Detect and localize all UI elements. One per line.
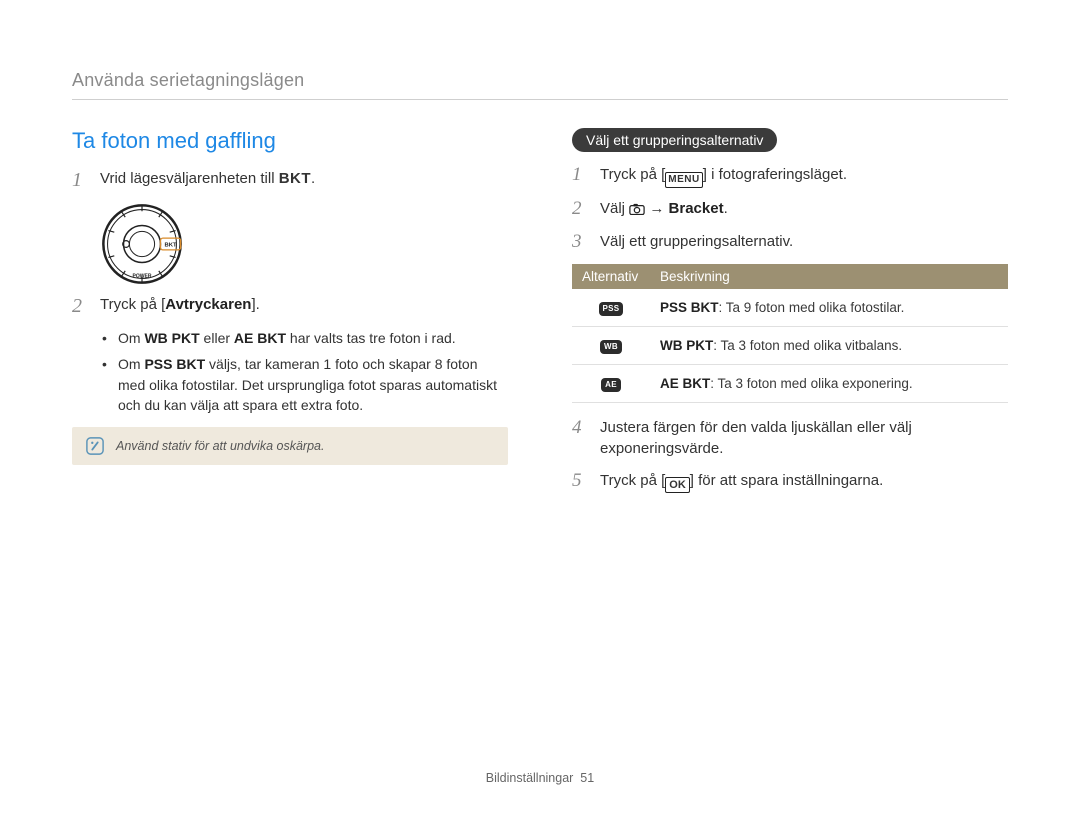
section-heading: Ta foton med gaffling — [72, 128, 508, 154]
step-number: 1 — [572, 164, 586, 187]
footer-label: Bildinställningar — [486, 771, 574, 785]
row1-label: WB PKT — [660, 338, 713, 353]
bullet1-post: har valts tas tre foton i rad. — [286, 330, 456, 346]
step2-text-post: ]. — [251, 296, 259, 313]
r5-post: ] för att spara inställningarna. — [690, 472, 883, 489]
table-row: AE AE BKT: Ta 3 foton med olika exponeri… — [572, 364, 1008, 402]
tip-text: Använd stativ för att undvika oskärpa. — [116, 439, 324, 453]
shutter-label: Avtryckaren — [165, 296, 251, 313]
r3-text: Välj ett grupperingsalternativ. — [600, 231, 793, 253]
r-step-4: 4 Justera färgen för den valda ljuskälla… — [572, 417, 1008, 461]
r1-post: ] i fotograferingsläget. — [703, 166, 847, 183]
step-number: 5 — [572, 470, 586, 493]
bracket-label: Bracket — [669, 200, 724, 217]
page-footer: Bildinställningar 51 — [0, 771, 1080, 785]
bullet2-pss: PSS BKT — [144, 356, 205, 372]
step1-text-pre: Vrid lägesväljarenheten till — [100, 170, 279, 187]
table-row: WB WB PKT: Ta 3 foton med olika vitbalan… — [572, 326, 1008, 364]
row0-label: PSS BKT — [660, 300, 719, 315]
bullet-item: Om WB PKT eller AE BKT har valts tas tre… — [102, 328, 508, 348]
r5-pre: Tryck på [ — [600, 472, 665, 489]
bullet1-wb: WB PKT — [144, 330, 199, 346]
step-2: 2 Tryck på [Avtryckaren]. — [72, 294, 508, 318]
r-step-2: 2 Välj → Bracket. — [572, 198, 1008, 221]
row1-desc: : Ta 3 foton med olika vitbalans. — [713, 338, 902, 353]
svg-text:BKT: BKT — [165, 243, 177, 249]
bullet1-mid: eller — [200, 330, 234, 346]
left-column: Ta foton med gaffling 1 Vrid lägesväljar… — [72, 128, 508, 503]
bullet-item: Om PSS BKT väljs, tar kameran 1 foto och… — [102, 354, 508, 415]
options-table: Alternativ Beskrivning PSS PSS BKT: Ta 9… — [572, 264, 1008, 403]
divider — [72, 99, 1008, 100]
step-number: 2 — [572, 198, 586, 221]
tip-box: Använd stativ för att undvika oskärpa. — [72, 427, 508, 465]
footer-page-number: 51 — [580, 771, 594, 785]
menu-button-icon: MENU — [665, 172, 702, 188]
r4-text: Justera färgen för den valda ljuskällan … — [600, 417, 1008, 461]
bullet1-ae: AE BKT — [234, 330, 286, 346]
step-number: 1 — [72, 168, 86, 192]
pss-bkt-icon: PSS — [599, 302, 624, 316]
breadcrumb: Använda serietagningslägen — [72, 70, 1008, 91]
ae-bkt-icon: AE — [601, 378, 621, 392]
step-number: 3 — [572, 231, 586, 254]
info-icon — [86, 437, 104, 455]
row2-label: AE BKT — [660, 376, 710, 391]
step1-text-post: . — [311, 170, 315, 187]
step-number: 4 — [572, 417, 586, 440]
wb-pkt-icon: WB — [600, 340, 622, 354]
bullet2-pre: Om — [118, 356, 144, 372]
r2-post: . — [724, 200, 728, 217]
bullet1-pre: Om — [118, 330, 144, 346]
r-step-1: 1 Tryck på [MENU] i fotograferingsläget. — [572, 164, 1008, 188]
row0-desc: : Ta 9 foton med olika fotostilar. — [719, 300, 905, 315]
r-step-5: 5 Tryck på [OK] för att spara inställnin… — [572, 470, 1008, 493]
subsection-pill: Välj ett grupperingsalternativ — [572, 128, 777, 152]
right-column: Välj ett grupperingsalternativ 1 Tryck p… — [572, 128, 1008, 503]
arrow: → — [645, 200, 668, 217]
step-1: 1 Vrid lägesväljarenheten till BKT. — [72, 168, 508, 192]
bkt-label: BKT — [279, 170, 311, 187]
camera-icon — [629, 200, 645, 213]
row2-desc: : Ta 3 foton med olika exponering. — [710, 376, 912, 391]
svg-text:POWER: POWER — [132, 274, 151, 280]
step-number: 2 — [72, 294, 86, 318]
th-beskrivning: Beskrivning — [650, 264, 1008, 289]
bullet-list: Om WB PKT eller AE BKT har valts tas tre… — [102, 328, 508, 415]
r-step-3: 3 Välj ett grupperingsalternativ. — [572, 231, 1008, 254]
th-alternativ: Alternativ — [572, 264, 650, 289]
r1-pre: Tryck på [ — [600, 166, 665, 183]
ok-button-icon: OK — [665, 477, 690, 493]
mode-dial-illustration: BKT POWER — [100, 202, 184, 286]
table-row: PSS PSS BKT: Ta 9 foton med olika fotost… — [572, 289, 1008, 327]
r2-pre: Välj — [600, 200, 629, 217]
step2-text-pre: Tryck på [ — [100, 296, 165, 313]
